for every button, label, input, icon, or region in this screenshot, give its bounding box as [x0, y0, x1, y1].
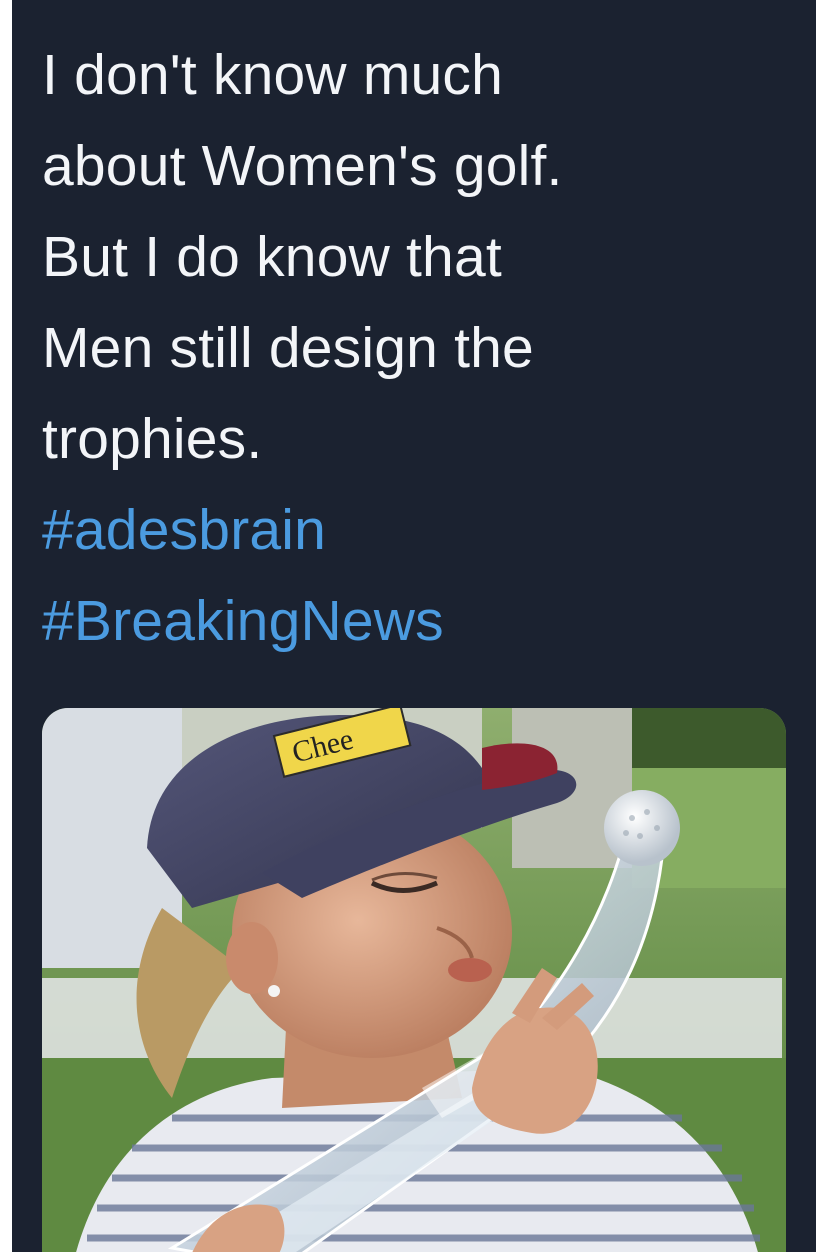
- tweet-card: I don't know much about Women's golf. Bu…: [12, 0, 816, 1252]
- golfer-kissing-trophy-image: Chee: [42, 708, 786, 1252]
- tweet-media-photo[interactable]: Chee: [42, 708, 786, 1252]
- screenshot-frame: I don't know much about Women's golf. Bu…: [0, 0, 828, 1252]
- tweet-text-line: about Women's golf.: [42, 134, 563, 198]
- tweet-body: I don't know much about Women's golf. Bu…: [42, 30, 792, 667]
- hashtag-link-breakingnews[interactable]: #BreakingNews: [42, 576, 792, 667]
- tweet-text-line: I don't know much: [42, 43, 504, 107]
- hashtag-link-adesbrain[interactable]: #adesbrain: [42, 485, 792, 576]
- tweet-text-line: But I do know that: [42, 225, 502, 289]
- tweet-text-line: trophies.: [42, 407, 263, 471]
- tweet-text-line: Men still design the: [42, 316, 534, 380]
